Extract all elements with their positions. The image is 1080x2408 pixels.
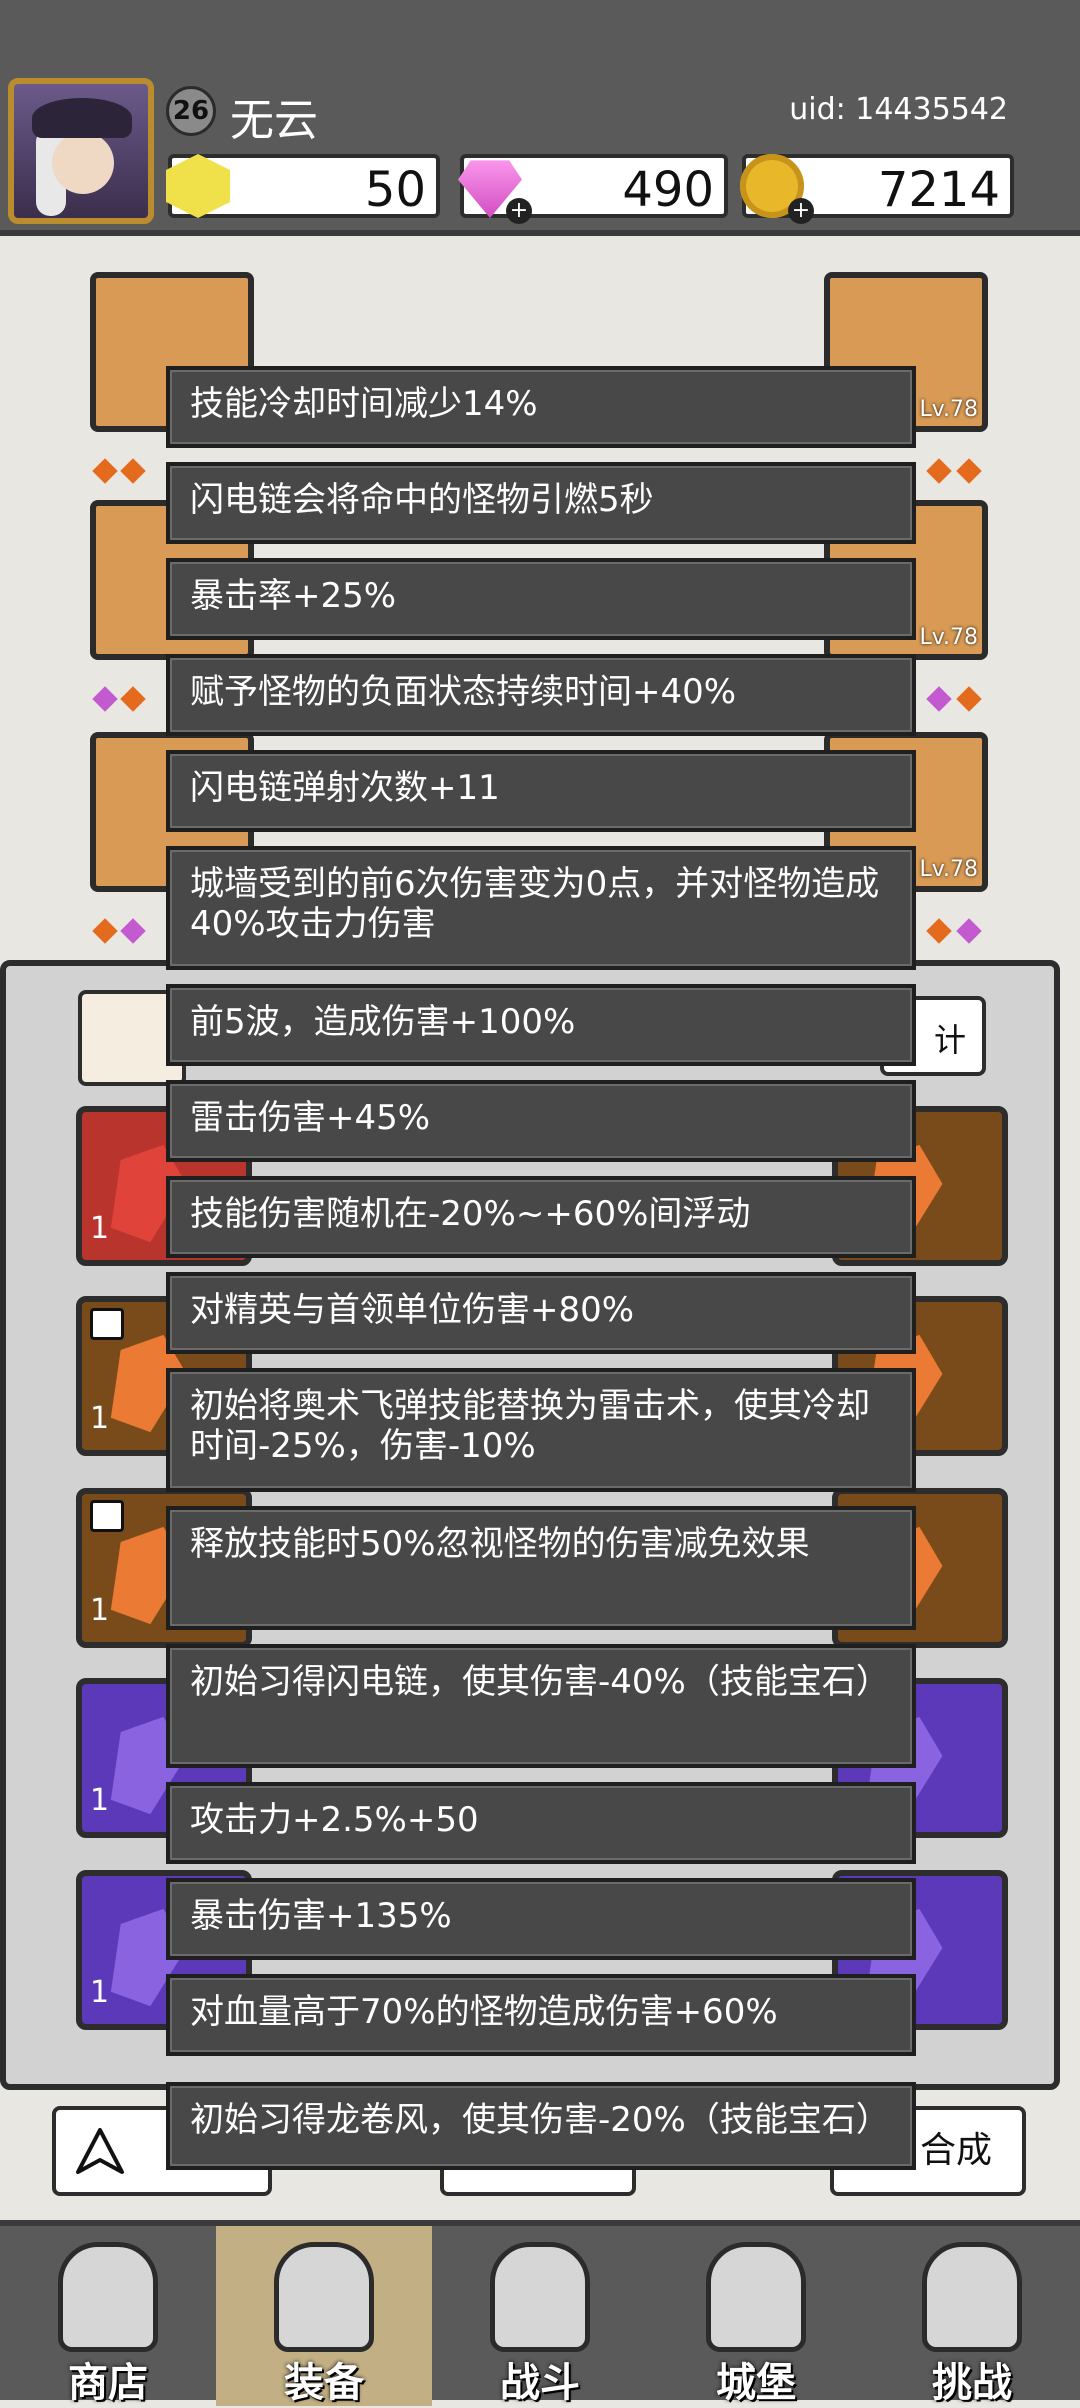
nav-item-shop[interactable]: 商店	[0, 2226, 216, 2406]
nav-label: 装备	[284, 2360, 364, 2406]
tooltip-row: 前5波，造成伤害+100%	[166, 984, 916, 1066]
nav-item-challenge[interactable]: 挑战	[864, 2226, 1080, 2406]
quality-pip	[120, 458, 146, 484]
quality-pip	[956, 458, 982, 484]
arrow-up-icon	[76, 2128, 124, 2174]
nav-label: 战斗	[500, 2360, 580, 2406]
coin-counter: + 7214	[740, 154, 1014, 224]
nav-item-castle[interactable]: 城堡	[648, 2226, 864, 2406]
nav-label: 挑战	[932, 2360, 1012, 2406]
quality-pip	[92, 458, 118, 484]
nav-label: 商店	[68, 2360, 148, 2406]
add-coin-plus-icon[interactable]: +	[788, 198, 814, 224]
tooltip-row: 暴击伤害+135%	[166, 1878, 916, 1960]
bottom-navigation: 商店 装备 战斗 城堡 挑战	[0, 2220, 1080, 2406]
avatar-hat	[32, 98, 132, 138]
diamond-count: 490	[622, 162, 714, 218]
player-level-badge: 26	[166, 86, 216, 136]
tooltip-row: 初始习得龙卷风，使其伤害-20%（技能宝石）	[166, 2082, 916, 2170]
castle-icon	[706, 2242, 806, 2352]
player-uid: uid: 14435542	[789, 92, 1008, 127]
shield-icon	[922, 2242, 1022, 2352]
nav-label: 城堡	[716, 2360, 796, 2406]
quality-pip	[92, 686, 118, 712]
yellow-gem-icon	[166, 154, 230, 218]
tooltip-row: 闪电链会将命中的怪物引燃5秒	[166, 462, 916, 544]
quality-pip	[120, 918, 146, 944]
nav-item-battle[interactable]: 战斗	[432, 2226, 648, 2406]
gem-counter: 50	[166, 154, 440, 218]
lock-icon	[90, 1308, 124, 1340]
player-avatar[interactable]	[8, 78, 154, 224]
quality-pip	[926, 918, 952, 944]
gem-card-count: 1	[90, 1211, 110, 1246]
tooltip-row: 初始将奥术飞弹技能替换为雷击术，使其冷却时间-25%，伤害-10%	[166, 1368, 916, 1492]
diamond-counter: + 490	[458, 154, 728, 224]
gem-card-count: 1	[90, 1593, 110, 1628]
quality-pip	[926, 686, 952, 712]
equip-level-label: Lv.78	[919, 397, 978, 422]
tooltip-row: 对血量高于70%的怪物造成伤害+60%	[166, 1974, 916, 2056]
tooltip-row: 雷击伤害+45%	[166, 1080, 916, 1162]
gem-card-count: 1	[90, 1401, 110, 1436]
gem-card-count: 1	[90, 1783, 110, 1818]
equip-level-label: Lv.78	[919, 857, 978, 882]
coin-count: 7214	[877, 162, 1000, 218]
tooltip-row: 技能伤害随机在-20%~+60%间浮动	[166, 1176, 916, 1258]
tooltip-row: 释放技能时50%忽视怪物的伤害减免效果	[166, 1506, 916, 1630]
backpack-icon	[274, 2242, 374, 2352]
lock-icon	[90, 1500, 124, 1532]
gem-card-count: 1	[90, 1975, 110, 2010]
tooltip-row: 城墙受到的前6次伤害变为0点，并对怪物造成40%攻击力伤害	[166, 846, 916, 970]
tooltip-row: 闪电链弹射次数+11	[166, 750, 916, 832]
quality-pip	[926, 458, 952, 484]
gem-count: 50	[364, 162, 426, 218]
top-status-bar: 26 无云 uid: 14435542 50 + 490 + 7214	[0, 0, 1080, 236]
crossed-swords-icon	[490, 2242, 590, 2352]
quality-pip	[120, 686, 146, 712]
equip-level-label: Lv.78	[919, 625, 978, 650]
quality-pip	[956, 918, 982, 944]
tooltip-row: 赋予怪物的负面状态持续时间+40%	[166, 654, 916, 736]
nav-item-equipment[interactable]: 装备	[216, 2226, 432, 2406]
add-diamond-plus-icon[interactable]: +	[506, 198, 532, 224]
shop-icon	[58, 2242, 158, 2352]
avatar-face	[52, 132, 114, 194]
tooltip-row: 技能冷却时间减少14%	[166, 366, 916, 448]
tooltip-row: 对精英与首领单位伤害+80%	[166, 1272, 916, 1354]
tooltip-row: 暴击率+25%	[166, 558, 916, 640]
tooltip-row: 攻击力+2.5%+50	[166, 1782, 916, 1864]
tooltip-row: 初始习得闪电链，使其伤害-40%（技能宝石）	[166, 1644, 916, 1768]
quality-pip	[92, 918, 118, 944]
player-name: 无云	[230, 95, 318, 146]
quality-pip	[956, 686, 982, 712]
